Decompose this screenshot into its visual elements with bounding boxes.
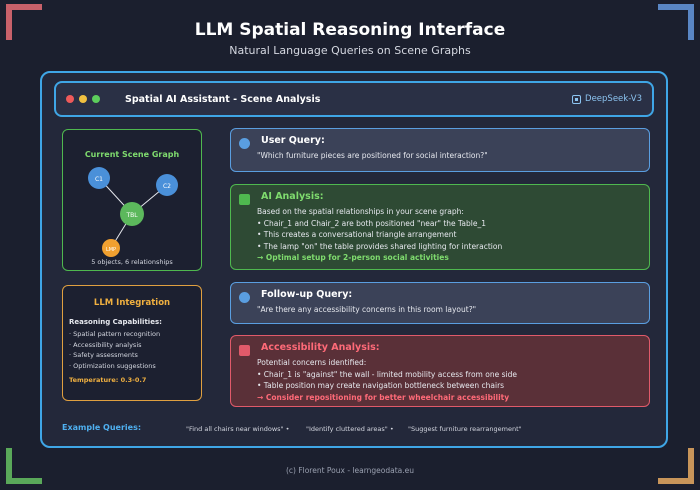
ai-analysis-point: • This creates a conversational triangle… (257, 230, 457, 239)
page-title: LLM Spatial Reasoning Interface (194, 20, 506, 40)
warning-icon (239, 345, 250, 356)
accessibility-point: • Table position may create navigation b… (257, 381, 505, 390)
graph-node-tbl[interactable]: TBL (120, 202, 144, 226)
accessibility-lead: Potential concerns identified: (257, 358, 367, 367)
followup-query-card[interactable]: Follow-up Query: "Are there any accessib… (230, 282, 650, 324)
scene-graph-panel: Current Scene Graph C1 C2 TBL LMP 5 obje… (62, 129, 202, 271)
example-queries-label: Example Queries: (62, 423, 142, 432)
graph-node-c2[interactable]: C2 (156, 174, 178, 196)
close-window-dot[interactable] (66, 95, 74, 103)
page-subtitle: Natural Language Queries on Scene Graphs (229, 44, 471, 57)
accessibility-heading: Accessibility Analysis: (261, 342, 380, 353)
window-header: Spatial AI Assistant - Scene Analysis De… (54, 81, 654, 117)
ai-analysis-point: • The lamp "on" the table provides share… (257, 241, 503, 251)
maximize-window-dot[interactable] (92, 95, 100, 103)
minimize-window-dot[interactable] (79, 95, 87, 103)
example-query[interactable]: "Identify cluttered areas" • (306, 425, 394, 433)
graph-node-lmp[interactable]: LMP (102, 239, 120, 257)
ai-analysis-lead: Based on the spatial relationships in yo… (257, 207, 464, 216)
temperature-setting: Temperature: 0.3-0.7 (69, 376, 147, 384)
user-icon (239, 138, 250, 149)
window-title: Spatial AI Assistant - Scene Analysis (125, 93, 321, 105)
list-item: · Spatial pattern recognition (69, 330, 161, 338)
example-queries-bar: Example Queries: "Find all chairs near w… (62, 423, 652, 437)
example-query[interactable]: "Suggest furniture rearrangement" (408, 425, 522, 433)
assistant-window: Spatial AI Assistant - Scene Analysis De… (40, 71, 668, 448)
reasoning-capabilities-heading: Reasoning Capabilities: (69, 318, 162, 326)
svg-text:TBL: TBL (125, 212, 138, 219)
robot-icon (239, 194, 250, 205)
scene-graph-diagram: C1 C2 TBL LMP (88, 167, 178, 257)
svg-text:C2: C2 (163, 183, 171, 190)
accessibility-point: • Chair_1 is "against" the wall - limite… (257, 369, 517, 379)
followup-query-text: "Are there any accessibility concerns in… (257, 305, 477, 314)
user-query-text: "Which furniture pieces are positioned f… (257, 151, 488, 160)
llm-integration-title: LLM Integration (93, 298, 171, 308)
scene-graph-caption: 5 objects, 6 relationships (91, 258, 173, 266)
list-item: · Optimization suggestions (69, 361, 156, 370)
model-badge[interactable]: DeepSeek-V3 (572, 94, 642, 104)
user-icon (239, 292, 250, 303)
svg-text:C1: C1 (95, 176, 103, 183)
ai-analysis-point: • Chair_1 and Chair_2 are both positione… (257, 218, 486, 228)
user-query-heading: User Query: (261, 135, 325, 146)
ai-analysis-heading: AI Analysis: (261, 191, 324, 202)
list-item: · Safety assessments (69, 351, 138, 359)
list-item: · Accessibility analysis (69, 340, 142, 349)
followup-query-heading: Follow-up Query: (261, 289, 353, 300)
svg-text:LMP: LMP (106, 247, 116, 253)
graph-node-c1[interactable]: C1 (88, 167, 110, 189)
capabilities-list: · Spatial pattern recognition · Accessib… (69, 329, 195, 371)
ai-analysis-conclusion: → Optimal setup for 2-person social acti… (257, 253, 449, 262)
ai-analysis-card[interactable]: AI Analysis: Based on the spatial relati… (230, 184, 650, 270)
model-name: DeepSeek-V3 (585, 94, 642, 104)
copyright-footer: (c) Florent Poux - learngeodata.eu (285, 466, 415, 475)
example-query[interactable]: "Find all chairs near windows" • (186, 425, 289, 433)
llm-integration-panel: LLM Integration Reasoning Capabilities: … (62, 285, 202, 401)
accessibility-analysis-card[interactable]: Accessibility Analysis: Potential concer… (230, 335, 650, 407)
user-query-card[interactable]: User Query: "Which furniture pieces are … (230, 128, 650, 172)
accessibility-conclusion: → Consider repositioning for better whee… (257, 392, 510, 402)
model-chip-icon (572, 94, 582, 104)
